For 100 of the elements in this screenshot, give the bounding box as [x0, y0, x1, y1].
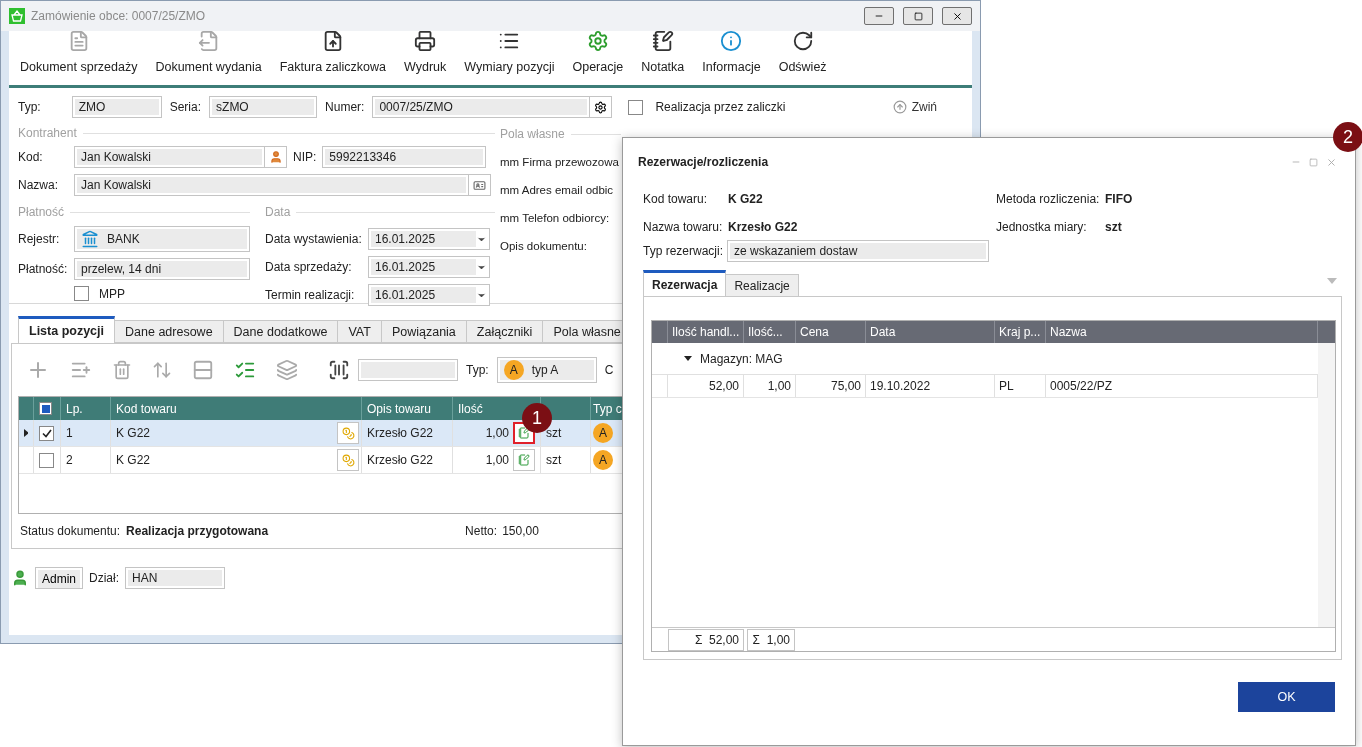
status-label: Status dokumentu:: [20, 524, 121, 538]
table-cell: K G22: [116, 426, 151, 440]
sum-cell: Σ 1,00: [747, 628, 795, 651]
field-label: Płatność:: [18, 262, 68, 276]
stock-button[interactable]: [337, 449, 359, 471]
contractor-field[interactable]: Jan Kowalski: [74, 146, 265, 168]
tab[interactable]: Załączniki: [466, 320, 544, 343]
sort-icon[interactable]: [152, 360, 172, 380]
date-field[interactable]: 16.01.2025: [368, 256, 490, 278]
checkbox[interactable]: [628, 99, 644, 115]
close-icon: [951, 10, 963, 22]
field-label: Opis dokumentu:: [500, 240, 588, 252]
dropdown-icon[interactable]: [1327, 278, 1337, 284]
group-header: Magazyn: MAG: [700, 351, 783, 366]
number-field[interactable]: 0007/25/ZMO: [372, 96, 591, 118]
reservation-type-field[interactable]: ze wskazaniem dostaw: [727, 240, 990, 262]
ok-button[interactable]: OK: [1238, 682, 1335, 712]
toolbar-button[interactable]: Faktura zaliczkowa: [270, 30, 396, 74]
column-header: Ilość...: [744, 321, 796, 343]
field-label: Typ:: [18, 100, 41, 114]
table-cell: 1,00: [485, 426, 509, 440]
close-button[interactable]: [942, 7, 972, 25]
toolbar-button[interactable]: Informacje: [693, 30, 770, 74]
callout-badge: 2: [1333, 122, 1362, 152]
table-row[interactable]: 2 K G22 Krzesło G22 1,00 szt A: [19, 447, 622, 474]
person-button[interactable]: [265, 146, 287, 168]
table-cell: 2: [66, 453, 73, 467]
field-label: Metoda rozliczenia:: [996, 192, 1101, 206]
collapse-arrow-icon[interactable]: [684, 356, 692, 361]
layers-icon[interactable]: [276, 359, 298, 381]
delete-icon[interactable]: [112, 360, 132, 380]
field-label: Numer:: [325, 100, 365, 114]
tab[interactable]: Dane adresowe: [115, 320, 224, 343]
series-field[interactable]: sZMO: [209, 96, 318, 118]
sum-cell: Σ 52,00: [668, 628, 744, 651]
tab[interactable]: Powiązania: [381, 320, 467, 343]
section-title: Data: [265, 205, 291, 219]
dialog-title: Rezerwacje/rozliczenia: [638, 155, 770, 169]
field-label: Nazwa:: [18, 178, 59, 192]
select-all-checkbox[interactable]: [39, 402, 52, 415]
field-value: FIFO: [1105, 192, 1134, 206]
payment-field[interactable]: przelew, 14 dni: [74, 258, 250, 280]
collapse-button[interactable]: Zwiń: [886, 99, 943, 115]
toolbar-button[interactable]: Notatka: [632, 30, 694, 74]
tab[interactable]: Realizacje: [726, 274, 799, 296]
type-field[interactable]: A typ A: [496, 357, 597, 383]
column-header: Data: [866, 321, 995, 343]
row-pointer-icon: [24, 429, 28, 437]
date-field[interactable]: 16.01.2025: [368, 228, 490, 250]
search-field[interactable]: [358, 359, 458, 381]
name-field[interactable]: Jan Kowalski: [74, 174, 469, 196]
toolbar-button[interactable]: Wydruk: [395, 30, 456, 74]
stock-button[interactable]: [337, 422, 359, 444]
id-card-icon: [473, 178, 486, 192]
tab[interactable]: Rezerwacja: [643, 270, 727, 296]
user-icon: [11, 569, 29, 587]
toolbar-button[interactable]: Odśwież: [769, 30, 836, 74]
edit-icon: [518, 454, 530, 466]
table-cell: K G22: [116, 453, 151, 467]
minimize-button[interactable]: [864, 7, 894, 25]
column-header: Cena: [796, 321, 866, 343]
checkbox-label: MPP: [99, 286, 125, 301]
card-button[interactable]: [469, 174, 491, 196]
department-field[interactable]: HAN: [125, 567, 226, 589]
tab[interactable]: Dane dodatkowe: [223, 320, 339, 343]
tab[interactable]: VAT: [338, 320, 382, 343]
close-icon: [1326, 156, 1337, 168]
toolbar-button[interactable]: Operacje: [563, 30, 633, 74]
table-cell: 0005/22/PZ: [1050, 379, 1113, 393]
table-cell: 1,00: [767, 379, 791, 393]
tab[interactable]: Lista pozycji: [18, 316, 116, 343]
barcode-scan-icon[interactable]: [328, 359, 350, 381]
maximize-icon: [1309, 157, 1318, 167]
user-button[interactable]: Admin: [35, 567, 83, 589]
maximize-button[interactable]: [903, 7, 933, 25]
table-cell: szt: [546, 453, 562, 467]
nip-field[interactable]: 5992213346: [322, 146, 487, 168]
row-checkbox[interactable]: [39, 452, 54, 468]
table-cell: Krzesło G22: [367, 426, 434, 440]
bank-icon: [81, 230, 99, 248]
settings-button[interactable]: [590, 96, 613, 118]
net-value: 150,00: [502, 524, 539, 538]
field-label: Jednostka miary:: [996, 220, 1088, 234]
table-cell: PL: [999, 379, 1014, 393]
field-label: NIP:: [293, 150, 317, 164]
field-label: Termin realizacji:: [265, 288, 356, 302]
column-header: Ilość handl...: [668, 321, 744, 343]
date-field[interactable]: 16.01.2025: [368, 284, 490, 306]
type-field[interactable]: ZMO: [71, 96, 162, 118]
checkbox[interactable]: [74, 286, 89, 301]
field-label: C: [604, 363, 614, 377]
toolbar-button[interactable]: Wymiary pozycji: [455, 30, 564, 74]
gear-icon: [594, 100, 608, 114]
rows-icon[interactable]: [192, 359, 214, 381]
field-label: Kod towaru:: [643, 192, 709, 206]
register-field[interactable]: BANK: [74, 226, 250, 252]
status-value: Realizacja przygotowana: [126, 524, 269, 538]
table-row[interactable]: 52,00 1,00 75,00 19.10.2022 PL 0005/22/PZ: [652, 375, 1318, 398]
table-cell: 1: [66, 426, 73, 440]
row-checkbox[interactable]: [39, 425, 54, 441]
